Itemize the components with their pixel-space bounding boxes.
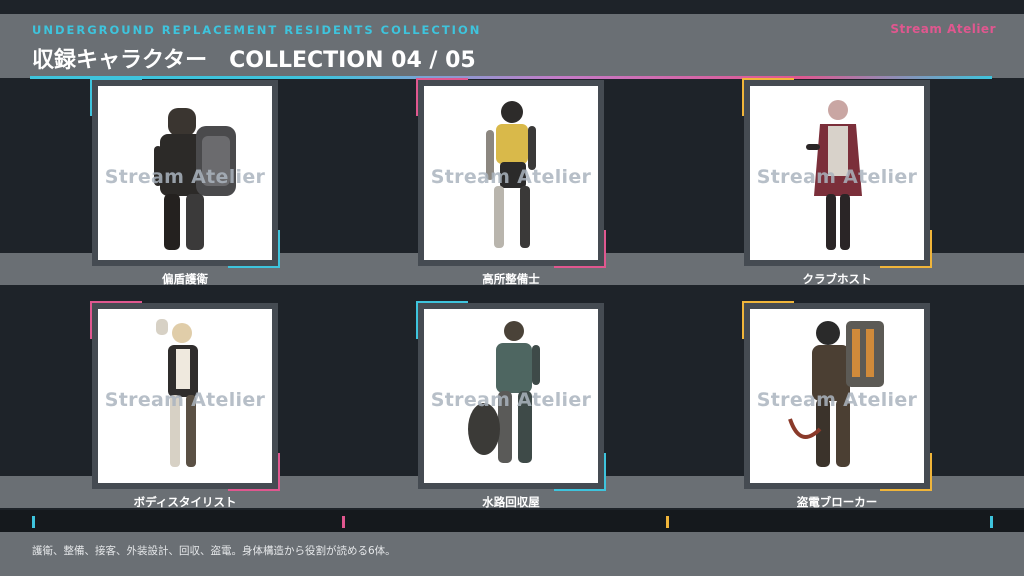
timeline-tick [32, 516, 35, 528]
character-card-5[interactable]: Stream Atelier [416, 301, 606, 491]
corner-accent [554, 453, 606, 491]
character-label-5: 水路回収屋 [482, 495, 540, 509]
footer: 護衛、整備、接客、外装設計、回収、盗電。身体構造から役割が読める6体。 [0, 532, 1024, 576]
character-label-1: 偏盾護衛 [162, 272, 208, 286]
character-label-2: 高所整備士 [482, 272, 540, 286]
character-card-3[interactable]: Stream Atelier [742, 78, 932, 268]
accent-divider [30, 76, 992, 79]
corner-accent [742, 78, 794, 116]
watermark: Stream Atelier [756, 166, 918, 188]
character-label-4: ボディスタイリスト [133, 495, 237, 509]
character-label-3: クラブホスト [802, 272, 872, 286]
corner-accent [880, 453, 932, 491]
character-card-2[interactable]: Stream Atelier [416, 78, 606, 268]
corner-accent [228, 453, 280, 491]
character-card-4[interactable]: Stream Atelier [90, 301, 280, 491]
corner-accent [554, 230, 606, 268]
timeline-tick [990, 516, 993, 528]
watermark: Stream Atelier [104, 166, 266, 188]
footer-caption: 護衛、整備、接客、外装設計、回収、盗電。身体構造から役割が読める6体。 [32, 545, 396, 557]
collection-subtitle: UNDERGROUND REPLACEMENT RESIDENTS COLLEC… [32, 23, 482, 37]
watermark: Stream Atelier [430, 389, 592, 411]
corner-accent [742, 301, 794, 339]
watermark: Stream Atelier [756, 389, 918, 411]
timeline-tick [666, 516, 669, 528]
corner-accent [416, 78, 468, 116]
character-card-1[interactable]: Stream Atelier [90, 78, 280, 268]
page-title: 収録キャラクター COLLECTION 04 / 05 [32, 48, 476, 73]
corner-accent [416, 301, 468, 339]
corner-accent [90, 78, 142, 116]
character-label-6: 盗電ブローカー [796, 495, 878, 509]
corner-accent [880, 230, 932, 268]
character-card-6[interactable]: Stream Atelier [742, 301, 932, 491]
watermark: Stream Atelier [104, 389, 266, 411]
header: UNDERGROUND REPLACEMENT RESIDENTS COLLEC… [0, 14, 1024, 78]
watermark: Stream Atelier [430, 166, 592, 188]
brand-logo-text: Stream Atelier [890, 22, 996, 36]
corner-accent [90, 301, 142, 339]
corner-accent [228, 230, 280, 268]
timeline-tick [342, 516, 345, 528]
timeline-bar [0, 510, 1024, 532]
